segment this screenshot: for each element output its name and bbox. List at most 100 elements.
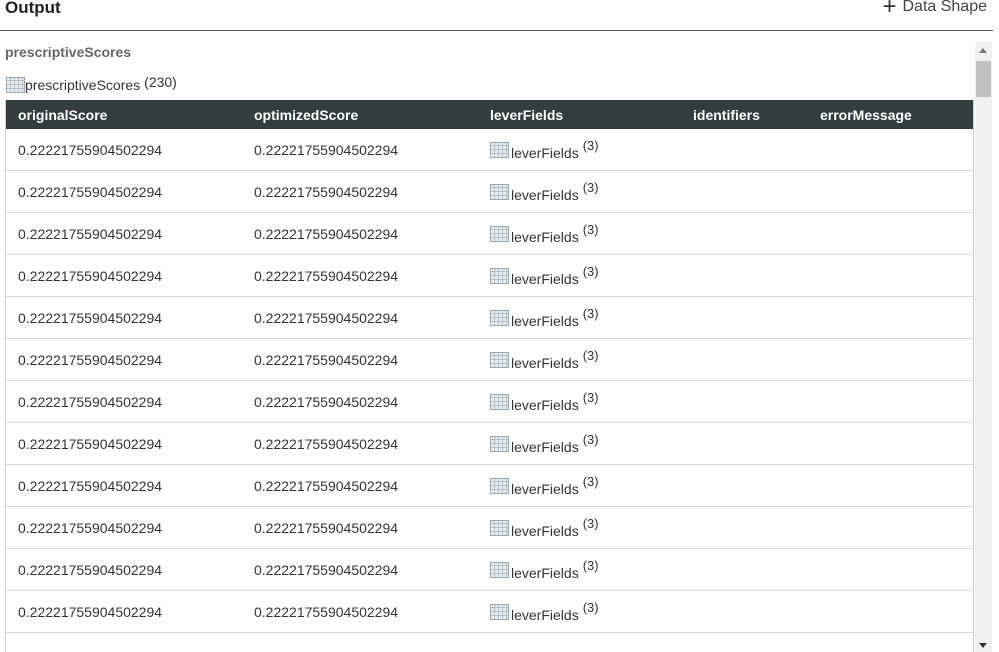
table-row[interactable]: 0.22221755904502294 0.22221755904502294 le…	[6, 254, 973, 297]
lever-fields-cell[interactable]: leverFields (3)	[478, 170, 681, 213]
table-row[interactable]: 0.22221755904502294 0.22221755904502294 le…	[6, 212, 973, 255]
lever-fields-count: (3)	[582, 264, 599, 279]
error-message-cell	[808, 212, 973, 255]
table-grid-icon	[490, 141, 509, 158]
lever-fields-link[interactable]: leverFields	[511, 145, 579, 161]
optimized-score-cell: 0.22221755904502294	[242, 464, 478, 507]
column-header-original-score[interactable]: originalScore	[6, 100, 242, 129]
panel-title: Output	[5, 0, 61, 17]
table-grid-icon	[490, 225, 509, 242]
table-grid-icon	[6, 77, 25, 93]
table-row[interactable]: 0.22221755904502294 0.22221755904502294 le…	[6, 590, 973, 633]
lever-fields-link[interactable]: leverFields	[511, 397, 579, 413]
table-row[interactable]: 0.22221755904502294 0.22221755904502294 le…	[6, 296, 973, 339]
column-header-identifiers[interactable]: identifiers	[681, 100, 808, 129]
optimized-score-cell: 0.22221755904502294	[242, 590, 478, 633]
chevron-up-icon[interactable]	[979, 48, 987, 53]
lever-fields-link[interactable]: leverFields	[511, 439, 579, 455]
identifiers-cell	[681, 590, 808, 633]
add-data-shape-button[interactable]: + Data Shape	[882, 0, 987, 20]
original-score-cell: 0.22221755904502294	[6, 254, 242, 297]
lever-fields-link[interactable]: leverFields	[511, 355, 579, 371]
column-header-error-message[interactable]: errorMessage	[808, 100, 973, 129]
column-header-lever-fields[interactable]: leverFields	[478, 100, 681, 129]
optimized-score-cell: 0.22221755904502294	[242, 170, 478, 213]
table-grid-icon	[490, 435, 509, 452]
lever-fields-link[interactable]: leverFields	[511, 565, 579, 581]
table-grid-icon	[490, 603, 509, 620]
scrollbar-thumb[interactable]	[976, 61, 991, 97]
section-label: prescriptiveScores	[5, 44, 132, 60]
lever-fields-link[interactable]: leverFields	[511, 313, 579, 329]
error-message-cell	[808, 590, 973, 633]
lever-fields-link[interactable]: leverFields	[511, 523, 579, 539]
lever-fields-count: (3)	[582, 348, 599, 363]
lever-fields-cell[interactable]: leverFields (3)	[478, 422, 681, 465]
error-message-cell	[808, 170, 973, 213]
table-grid-icon	[490, 309, 509, 326]
lever-fields-cell[interactable]: leverFields (3)	[478, 254, 681, 297]
table-row[interactable]: 0.22221755904502294 0.22221755904502294 le…	[6, 380, 973, 423]
table-row[interactable]: 0.22221755904502294 0.22221755904502294 le…	[6, 422, 973, 465]
lever-fields-cell[interactable]: leverFields (3)	[478, 464, 681, 507]
original-score-cell: 0.22221755904502294	[6, 506, 242, 549]
plus-icon: +	[882, 0, 897, 20]
chevron-down-icon[interactable]	[979, 643, 987, 648]
original-score-cell: 0.22221755904502294	[6, 590, 242, 633]
table-grid-icon	[490, 351, 509, 368]
table-row[interactable]: 0.22221755904502294 0.22221755904502294 le…	[6, 506, 973, 549]
error-message-cell	[808, 296, 973, 339]
error-message-cell	[808, 464, 973, 507]
original-score-cell: 0.22221755904502294	[6, 129, 242, 171]
identifiers-cell	[681, 254, 808, 297]
optimized-score-cell: 0.22221755904502294	[242, 212, 478, 255]
identifiers-cell	[681, 548, 808, 591]
lever-fields-link[interactable]: leverFields	[511, 187, 579, 203]
column-header-optimized-score[interactable]: optimizedScore	[242, 100, 478, 129]
table-row[interactable]: 0.22221755904502294 0.22221755904502294 le…	[6, 129, 973, 171]
original-score-cell: 0.22221755904502294	[6, 212, 242, 255]
original-score-cell: 0.22221755904502294	[6, 380, 242, 423]
optimized-score-cell: 0.22221755904502294	[242, 506, 478, 549]
optimized-score-cell: 0.22221755904502294	[242, 338, 478, 381]
error-message-cell	[808, 254, 973, 297]
lever-fields-count: (3)	[582, 390, 599, 405]
lever-fields-link[interactable]: leverFields	[511, 229, 579, 245]
original-score-cell: 0.22221755904502294	[6, 296, 242, 339]
table-row[interactable]: 0.22221755904502294 0.22221755904502294 le…	[6, 464, 973, 507]
lever-fields-cell[interactable]: leverFields (3)	[478, 338, 681, 381]
lever-fields-cell[interactable]: leverFields (3)	[478, 590, 681, 633]
table-toggle[interactable]: prescriptiveScores (230)	[6, 74, 177, 95]
lever-fields-link[interactable]: leverFields	[511, 481, 579, 497]
vertical-scrollbar[interactable]	[975, 42, 992, 652]
identifiers-cell	[681, 129, 808, 171]
error-message-cell	[808, 380, 973, 423]
lever-fields-count: (3)	[582, 516, 599, 531]
lever-fields-link[interactable]: leverFields	[511, 271, 579, 287]
table-row[interactable]: 0.22221755904502294 0.22221755904502294 le…	[6, 170, 973, 213]
error-message-cell	[808, 129, 973, 171]
lever-fields-count: (3)	[582, 138, 599, 153]
table-grid-icon	[490, 393, 509, 410]
data-shape-label: Data Shape	[902, 0, 987, 15]
lever-fields-count: (3)	[582, 558, 599, 573]
lever-fields-link[interactable]: leverFields	[511, 607, 579, 623]
table-row[interactable]: 0.22221755904502294 0.22221755904502294 le…	[6, 338, 973, 381]
original-score-cell: 0.22221755904502294	[6, 170, 242, 213]
lever-fields-cell[interactable]: leverFields (3)	[478, 380, 681, 423]
lever-fields-cell[interactable]: leverFields (3)	[478, 506, 681, 549]
table-grid-icon	[490, 267, 509, 284]
identifiers-cell	[681, 422, 808, 465]
data-table-container: originalScore optimizedScore leverFields…	[5, 100, 974, 652]
lever-fields-cell[interactable]: leverFields (3)	[478, 129, 681, 171]
original-score-cell: 0.22221755904502294	[6, 422, 242, 465]
error-message-cell	[808, 548, 973, 591]
lever-fields-cell[interactable]: leverFields (3)	[478, 548, 681, 591]
optimized-score-cell: 0.22221755904502294	[242, 422, 478, 465]
identifiers-cell	[681, 212, 808, 255]
lever-fields-count: (3)	[582, 432, 599, 447]
lever-fields-cell[interactable]: leverFields (3)	[478, 296, 681, 339]
original-score-cell: 0.22221755904502294	[6, 338, 242, 381]
lever-fields-cell[interactable]: leverFields (3)	[478, 212, 681, 255]
table-row[interactable]: 0.22221755904502294 0.22221755904502294 le…	[6, 548, 973, 591]
